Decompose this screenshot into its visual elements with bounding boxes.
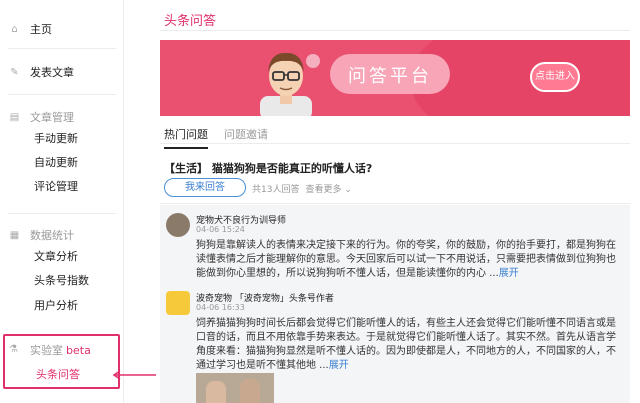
sidebar-item-label: 发表文章 [30, 66, 74, 79]
sidebar-item-user-analysis[interactable]: 用户分析 [34, 298, 78, 314]
answer-time: 04-06 15:24 [196, 225, 245, 234]
expand-link[interactable]: 展开 [499, 268, 519, 279]
flask-icon: ⚗ [9, 344, 18, 355]
sidebar-item-toutiao-qa[interactable]: 头条问答 [36, 366, 80, 382]
beta-badge: beta [66, 344, 91, 357]
view-more-link[interactable]: 查看更多 ⌄ [305, 185, 351, 195]
tab-bar: 热门问题 问题邀请 [160, 122, 630, 149]
sidebar-item-auto-update[interactable]: 自动更新 [34, 155, 78, 171]
sidebar-group-label: 实验室 [30, 344, 63, 357]
home-icon: ⌂ [11, 23, 18, 35]
divider [160, 203, 630, 204]
sidebar-item-label: 主页 [30, 23, 52, 36]
answer-body: 饲养猫猫狗狗时间长后都会觉得它们能听懂人的话，有些主人还会觉得它们能听懂不同语言… [196, 317, 622, 373]
sidebar-group-stats: ▦ 数据统计 [0, 226, 124, 244]
sidebar-group-label: 数据统计 [30, 229, 74, 242]
answer-button[interactable]: 我来回答 [164, 178, 246, 197]
sidebar-item-article-analysis[interactable]: 文章分析 [34, 249, 78, 265]
answer-image[interactable] [196, 373, 274, 403]
expand-link[interactable]: 展开 [329, 360, 349, 371]
answer-body: 狗狗是靠解读人的表情来决定接下来的行为。你的夸奖，你的鼓励，你的抬手要打，都是狗… [196, 239, 622, 281]
page-title: 头条问答 [164, 14, 217, 29]
qa-platform-banner[interactable]: 问答平台 点击进入 [160, 40, 630, 116]
divider [8, 48, 116, 49]
image-figure [240, 379, 260, 403]
answer-list: 宠物犬不良行为训导师 04-06 15:24 狗狗是靠解读人的表情来决定接下来的… [160, 205, 630, 403]
answer-count: 共13人回答 [252, 185, 300, 195]
answer-text: 狗狗是靠解读人的表情来决定接下来的行为。你的夸奖，你的鼓励，你的抬手要打，都是狗… [196, 240, 616, 279]
sidebar-item-home[interactable]: ⌂ 主页 [0, 20, 124, 38]
answer-text: 饲养猫猫狗狗时间长后都会觉得它们能听懂人的话，有些主人还会觉得它们能听懂不同语言… [196, 318, 616, 371]
sidebar: ⌂ 主页 ✎ 发表文章 ▤ 文章管理 手动更新 自动更新 评论管理 ▦ 数据统计… [0, 0, 124, 403]
avatar [166, 291, 190, 315]
image-figure [206, 381, 226, 403]
sidebar-item-account-index[interactable]: 头条号指数 [34, 273, 89, 289]
sidebar-item-publish[interactable]: ✎ 发表文章 [0, 63, 124, 81]
sidebar-group-label: 文章管理 [30, 111, 74, 124]
main-content: 头条问答 问答平台 点击进入 热门问题 问题邀请 【生活】 猫猫狗狗是否能真正的… [160, 0, 640, 403]
tab-question-invites[interactable]: 问题邀请 [224, 126, 268, 142]
divider [160, 30, 630, 31]
tab-hot-questions[interactable]: 热门问题 [164, 126, 208, 149]
chart-icon: ▦ [9, 229, 20, 241]
enter-button[interactable]: 点击进入 [530, 62, 580, 92]
avatar [166, 213, 190, 237]
answer-time: 04-06 16:33 [196, 303, 245, 312]
divider [8, 213, 116, 214]
sidebar-group-lab: 实验室 beta [30, 342, 91, 358]
sidebar-item-comment-mgmt[interactable]: 评论管理 [34, 179, 78, 195]
annotation-arrow [112, 370, 156, 380]
question-title[interactable]: 【生活】 猫猫狗狗是否能真正的听懂人话? [164, 160, 372, 176]
banner-title: 问答平台 [348, 66, 432, 87]
edit-icon: ✎ [10, 66, 19, 78]
question-meta: 共13人回答 查看更多 ⌄ [252, 182, 352, 195]
sidebar-item-manual-update[interactable]: 手动更新 [34, 131, 78, 147]
document-icon: ▤ [9, 111, 20, 123]
divider [8, 94, 116, 95]
bubble-dot [306, 54, 320, 68]
sidebar-group-article-mgmt: ▤ 文章管理 [0, 108, 124, 126]
